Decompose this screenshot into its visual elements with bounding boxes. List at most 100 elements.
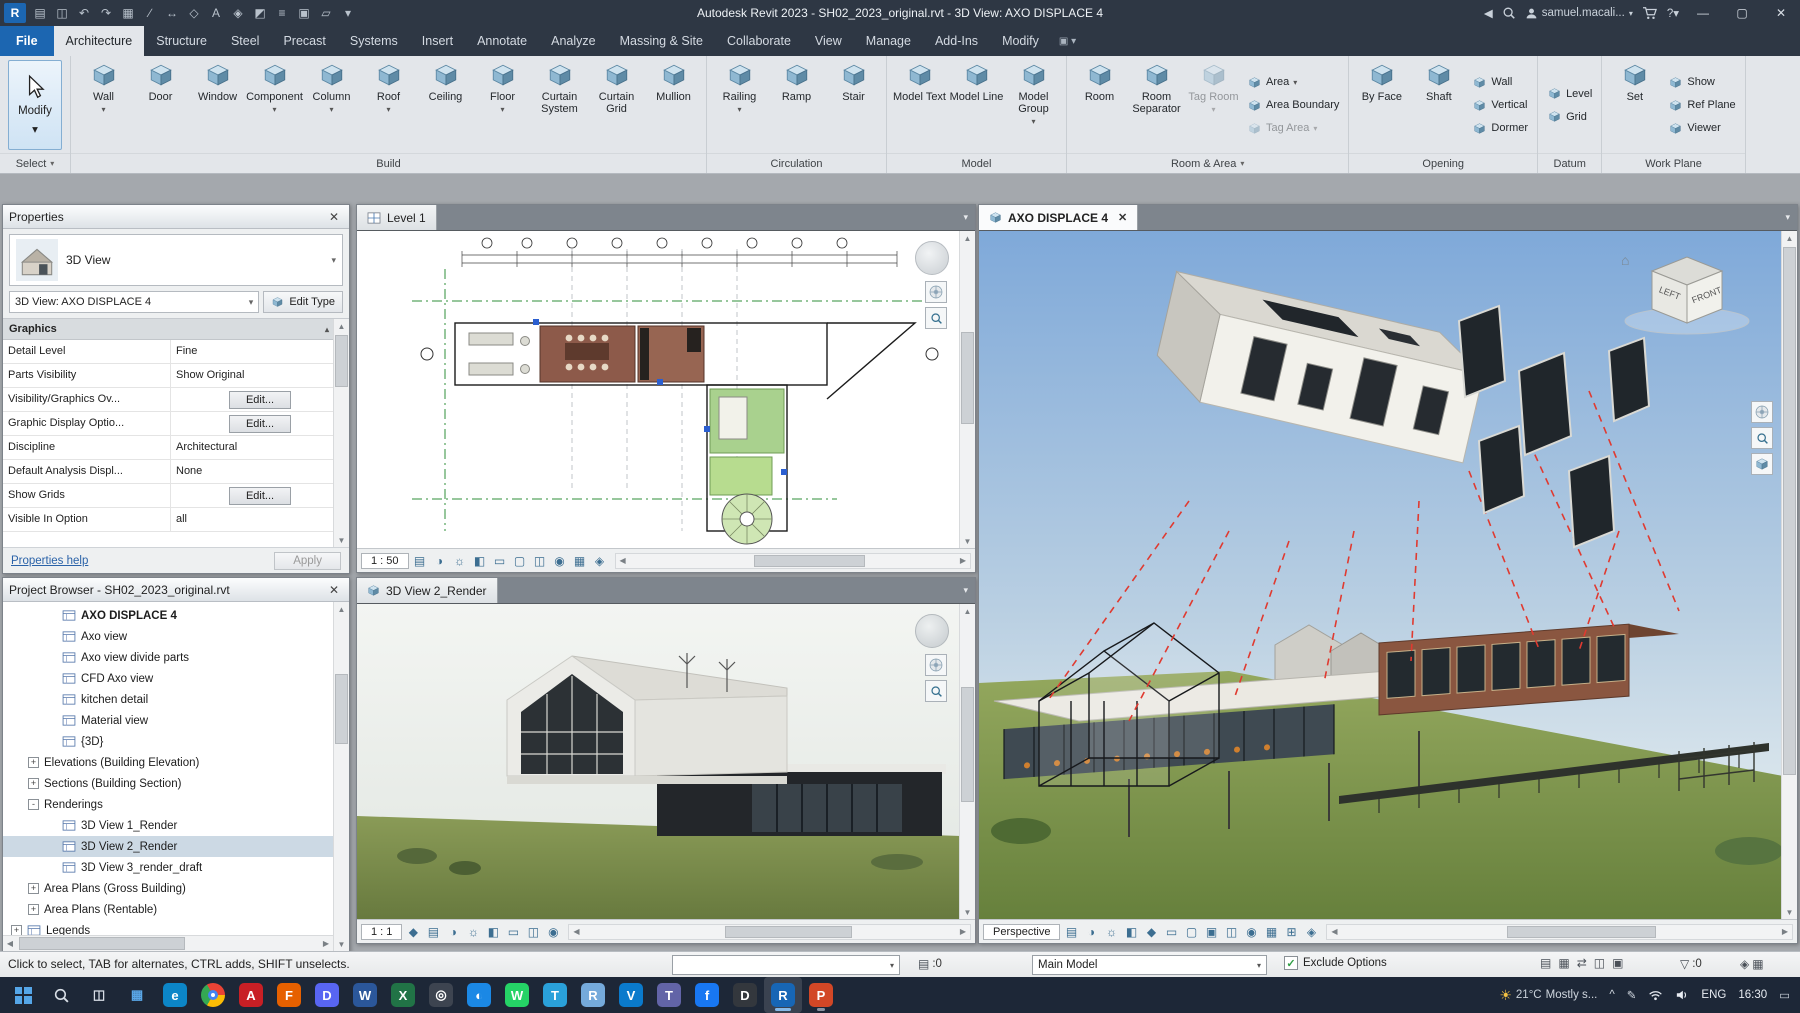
property-value[interactable]: Edit... [171, 412, 349, 435]
view-scale-label[interactable]: Perspective [983, 923, 1061, 940]
detail-level-icon[interactable]: ▤ [424, 923, 442, 941]
expander-icon[interactable]: + [28, 883, 39, 894]
redo-icon[interactable]: ↷ [95, 3, 117, 23]
start-button[interactable] [4, 977, 42, 1013]
zoom-icon[interactable] [925, 680, 947, 702]
dynamo-icon[interactable]: D [726, 977, 764, 1013]
tab-list-icon[interactable]: ▾ [956, 205, 975, 230]
word-icon[interactable]: W [346, 977, 384, 1013]
ribbon-button-tag-room[interactable]: Tag Room ▾ [1185, 59, 1242, 116]
edit-button[interactable]: Edit... [228, 487, 292, 505]
property-value[interactable]: Edit... [171, 388, 349, 411]
sun-path-icon[interactable]: ☼ [451, 552, 469, 570]
powerpoint-icon[interactable]: P [802, 977, 840, 1013]
discord-icon[interactable]: D [308, 977, 346, 1013]
acrobat-icon[interactable]: A [232, 977, 270, 1013]
ribbon-button-wall[interactable]: Wall [1472, 72, 1528, 93]
shadows-icon[interactable]: ◧ [471, 552, 489, 570]
close-button[interactable]: ✕ [1766, 1, 1796, 25]
reveal-hidden-elements-icon[interactable]: ◉ [1242, 923, 1260, 941]
steering-wheel-disc[interactable] [915, 241, 949, 275]
expander-icon[interactable]: + [28, 757, 39, 768]
temporary-hide-isolate-icon[interactable]: ◫ [531, 552, 549, 570]
displace-elements-icon[interactable]: ⊞ [1282, 923, 1300, 941]
volume-icon[interactable] [1675, 989, 1689, 1001]
vscode-icon[interactable]: V [612, 977, 650, 1013]
panel-label-datum[interactable]: Datum [1538, 153, 1602, 173]
navigation-wheel-icon[interactable] [925, 281, 947, 303]
tab-add-ins[interactable]: Add-Ins [923, 26, 990, 56]
expander-icon[interactable]: + [28, 904, 39, 915]
visual-style-icon[interactable]: ◑ [431, 552, 449, 570]
tree-item-area-plans-gross-building[interactable]: + Area Plans (Gross Building) [3, 878, 349, 899]
modify-button[interactable]: Modify ▾ [8, 60, 62, 150]
ribbon-button-level[interactable]: Level [1547, 83, 1592, 104]
panel-label-select[interactable]: Select ▾ [0, 153, 70, 173]
tab-annotate[interactable]: Annotate [465, 26, 539, 56]
ribbon-button-stair[interactable]: Stair [825, 59, 882, 103]
ribbon-button-dormer[interactable]: Dormer [1472, 118, 1528, 139]
ribbon-button-column[interactable]: Column ▾ [303, 59, 360, 116]
exclude-options-checkbox[interactable]: ✓ Exclude Options [1284, 956, 1387, 970]
instance-selector[interactable]: 3D View: AXO DISPLACE 4 ▾ [9, 291, 260, 313]
ribbon-button-viewer[interactable]: Viewer [1668, 118, 1735, 139]
thin-lines-icon[interactable]: ≡ [271, 3, 293, 23]
language-indicator[interactable]: ENG [1701, 989, 1726, 1001]
panel-options-icon[interactable]: ▣ ▾ [1051, 26, 1084, 56]
task-view-button[interactable]: ◫ [80, 977, 118, 1013]
tree-item-renderings[interactable]: - Renderings [3, 794, 349, 815]
temporary-hide-isolate-icon[interactable]: ◫ [524, 923, 542, 941]
visual-style-icon[interactable]: ◑ [1082, 923, 1100, 941]
ribbon-button-window[interactable]: Window [189, 59, 246, 103]
property-value[interactable]: None [171, 460, 349, 483]
switch-windows-icon[interactable]: ▱ [315, 3, 337, 23]
tree-item-sections-building-section[interactable]: + Sections (Building Section) [3, 773, 349, 794]
wifi-icon[interactable] [1648, 989, 1663, 1001]
browser-horizontal-scrollbar[interactable]: ◀ ▶ [3, 935, 333, 951]
property-value[interactable]: Show Original [171, 364, 349, 387]
detail-level-icon[interactable]: ▤ [1062, 923, 1080, 941]
search-button[interactable] [42, 977, 80, 1013]
performance-icon[interactable]: ▦ [1558, 956, 1569, 970]
pen-icon[interactable]: ✎ [1627, 988, 1637, 1002]
floor-plan-drawing[interactable] [357, 231, 961, 548]
selection-filter[interactable]: ▽ :0 [1680, 957, 1702, 971]
tab-file[interactable]: File [0, 26, 54, 56]
zoom-icon[interactable] [925, 307, 947, 329]
scroll-thumb[interactable] [724, 925, 852, 938]
tree-item-kitchen-detail[interactable]: kitchen detail [3, 689, 349, 710]
tab-view[interactable]: View [803, 26, 854, 56]
ribbon-button-ramp[interactable]: Ramp [768, 59, 825, 103]
apply-button[interactable]: Apply [274, 551, 341, 570]
axo-canvas[interactable]: ⌂ LEFT FRONT ▲ ▼ [979, 231, 1797, 919]
graphics-section-header[interactable]: Graphics ▴ [3, 319, 349, 340]
crop-view-icon[interactable]: ▭ [504, 923, 522, 941]
tree-item-cfd-axo-view[interactable]: CFD Axo view [3, 668, 349, 689]
tab-steel[interactable]: Steel [219, 26, 272, 56]
temporary-view-properties-icon[interactable]: ▦ [1262, 923, 1280, 941]
viewcube[interactable]: ⌂ LEFT FRONT [1607, 243, 1757, 339]
search-icon[interactable] [1502, 6, 1516, 20]
panel-label-model[interactable]: Model [887, 153, 1066, 173]
render-canvas[interactable]: ▲ ▼ [357, 604, 975, 919]
view-scale-label[interactable]: 1 : 50 [361, 552, 409, 569]
app-store-icon[interactable] [1642, 6, 1658, 20]
tree-item-3d[interactable]: {3D} [3, 731, 349, 752]
close-icon[interactable]: ✕ [325, 583, 343, 597]
show-crop-region-icon[interactable]: ▢ [511, 552, 529, 570]
panel-label-circulation[interactable]: Circulation [707, 153, 886, 173]
properties-help-link[interactable]: Properties help [11, 555, 88, 567]
type-selector[interactable]: 3D View ▾ [9, 234, 343, 286]
active-workset-combo[interactable]: ▾ [672, 955, 900, 975]
orbit-icon[interactable] [1751, 453, 1773, 475]
scroll-left-arrow[interactable]: ◀ [1327, 927, 1341, 936]
sun-path-icon[interactable]: ☼ [464, 923, 482, 941]
default-3d-view-icon[interactable]: ◈ [227, 3, 249, 23]
expander-icon[interactable]: + [28, 778, 39, 789]
maximize-button[interactable]: ▢ [1727, 1, 1757, 25]
ribbon-button-by-face[interactable]: By Face [1353, 59, 1410, 103]
temporary-hide-isolate-icon[interactable]: ◫ [1222, 923, 1240, 941]
panel-label-opening[interactable]: Opening [1349, 153, 1538, 173]
ribbon-button-ref-plane[interactable]: Ref Plane [1668, 95, 1736, 116]
ribbon-button-ceiling[interactable]: Ceiling [417, 59, 474, 103]
